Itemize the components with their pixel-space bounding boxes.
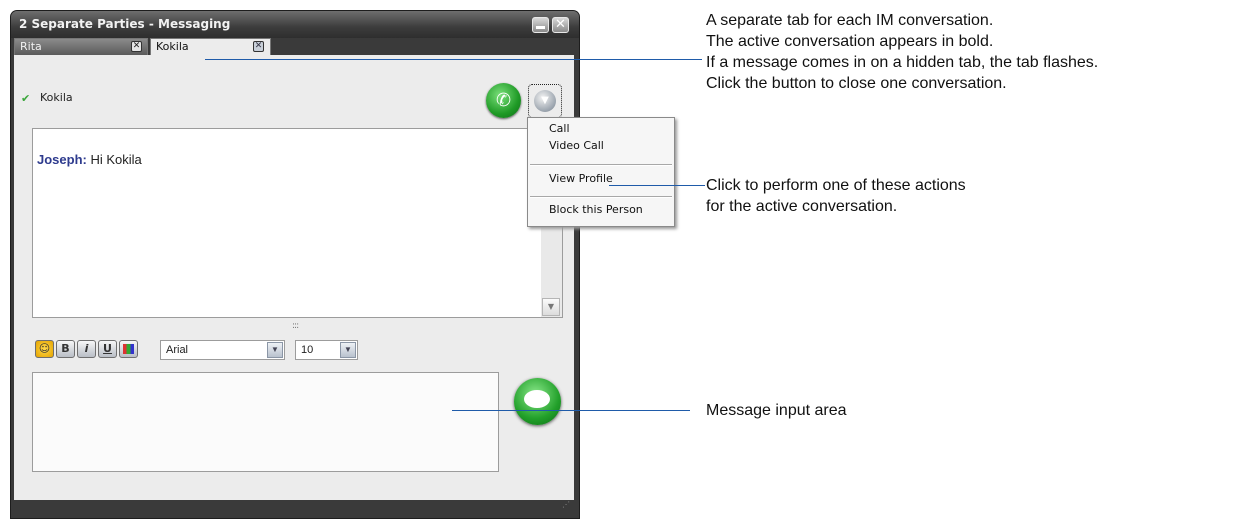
send-button[interactable]: [514, 378, 561, 425]
speech-bubble-icon: [524, 390, 550, 408]
scroll-down-icon[interactable]: ▼: [542, 298, 560, 316]
callout-tabs: A separate tab for each IM conversation.…: [706, 10, 1098, 94]
contact-header: ✔ Kokila: [21, 91, 73, 105]
underline-button[interactable]: U: [98, 340, 117, 358]
callout-text: Message input area: [706, 402, 847, 419]
callout-menu: Click to perform one of these actions fo…: [706, 175, 966, 217]
tab-close-icon[interactable]: ✕: [253, 41, 264, 52]
callout-text: If a message comes in on a hidden tab, t…: [706, 54, 1099, 71]
emoticon-button[interactable]: ☺: [35, 340, 54, 358]
close-window-button[interactable]: ✕: [552, 17, 569, 33]
title-bar[interactable]: 2 Separate Parties - Messaging ✕: [11, 11, 579, 38]
tab-label: Rita: [20, 40, 42, 53]
chevron-down-icon[interactable]: ▼: [340, 342, 356, 358]
tab-label: Kokila: [156, 40, 189, 53]
resize-grip-icon[interactable]: ⋰: [562, 500, 570, 509]
font-size-select[interactable]: 10 ▼: [295, 340, 358, 360]
callout-text: The active conversation appears in bold.: [706, 33, 994, 50]
bold-button[interactable]: B: [56, 340, 75, 358]
minimize-button[interactable]: [532, 17, 549, 33]
more-actions-button[interactable]: ▼: [528, 84, 562, 118]
color-palette-icon: [123, 344, 134, 354]
message-input[interactable]: [32, 372, 499, 472]
menu-item-call[interactable]: Call: [549, 122, 570, 135]
tab-close-icon[interactable]: ✕: [131, 41, 142, 52]
message-text: Hi Kokila: [90, 152, 142, 167]
menu-item-video-call[interactable]: Video Call: [549, 139, 604, 152]
callout-line-input: [452, 410, 690, 411]
call-button[interactable]: ✆: [486, 83, 521, 118]
menu-divider: [530, 196, 672, 198]
window-title: 2 Separate Parties - Messaging: [19, 17, 231, 31]
message-line: Joseph: Hi Kokila: [37, 152, 142, 167]
online-status-icon: ✔: [21, 92, 31, 105]
menu-item-view-profile[interactable]: View Profile: [549, 172, 613, 185]
callout-text: Click to perform one of these actions: [706, 177, 966, 194]
callout-line-tabs: [205, 59, 702, 60]
italic-button[interactable]: i: [77, 340, 96, 358]
text-color-button[interactable]: [119, 340, 138, 358]
menu-divider: [530, 164, 672, 166]
font-size-value: 10: [301, 344, 314, 356]
splitter-grip-icon[interactable]: :::: [292, 321, 299, 331]
callout-text: A separate tab for each IM conversation.: [706, 12, 994, 29]
callout-line-menu: [609, 185, 705, 186]
menu-item-block[interactable]: Block this Person: [549, 203, 643, 216]
callout-input: Message input area: [706, 400, 847, 421]
message-history[interactable]: Joseph: Hi Kokila: [32, 128, 563, 318]
tab-rita[interactable]: Rita ✕: [14, 38, 148, 55]
contact-name: Kokila: [40, 91, 73, 104]
font-select[interactable]: Arial ▼: [160, 340, 285, 360]
callout-text: Click the button to close one conversati…: [706, 75, 1007, 92]
actions-menu: Call Video Call View Profile Block this …: [527, 117, 675, 227]
chevron-down-icon: ▼: [534, 90, 556, 112]
callout-text: for the active conversation.: [706, 198, 898, 215]
tab-kokila[interactable]: Kokila ✕: [150, 38, 271, 55]
chevron-down-icon[interactable]: ▼: [267, 342, 283, 358]
message-sender: Joseph:: [37, 152, 87, 167]
font-value: Arial: [166, 344, 189, 356]
